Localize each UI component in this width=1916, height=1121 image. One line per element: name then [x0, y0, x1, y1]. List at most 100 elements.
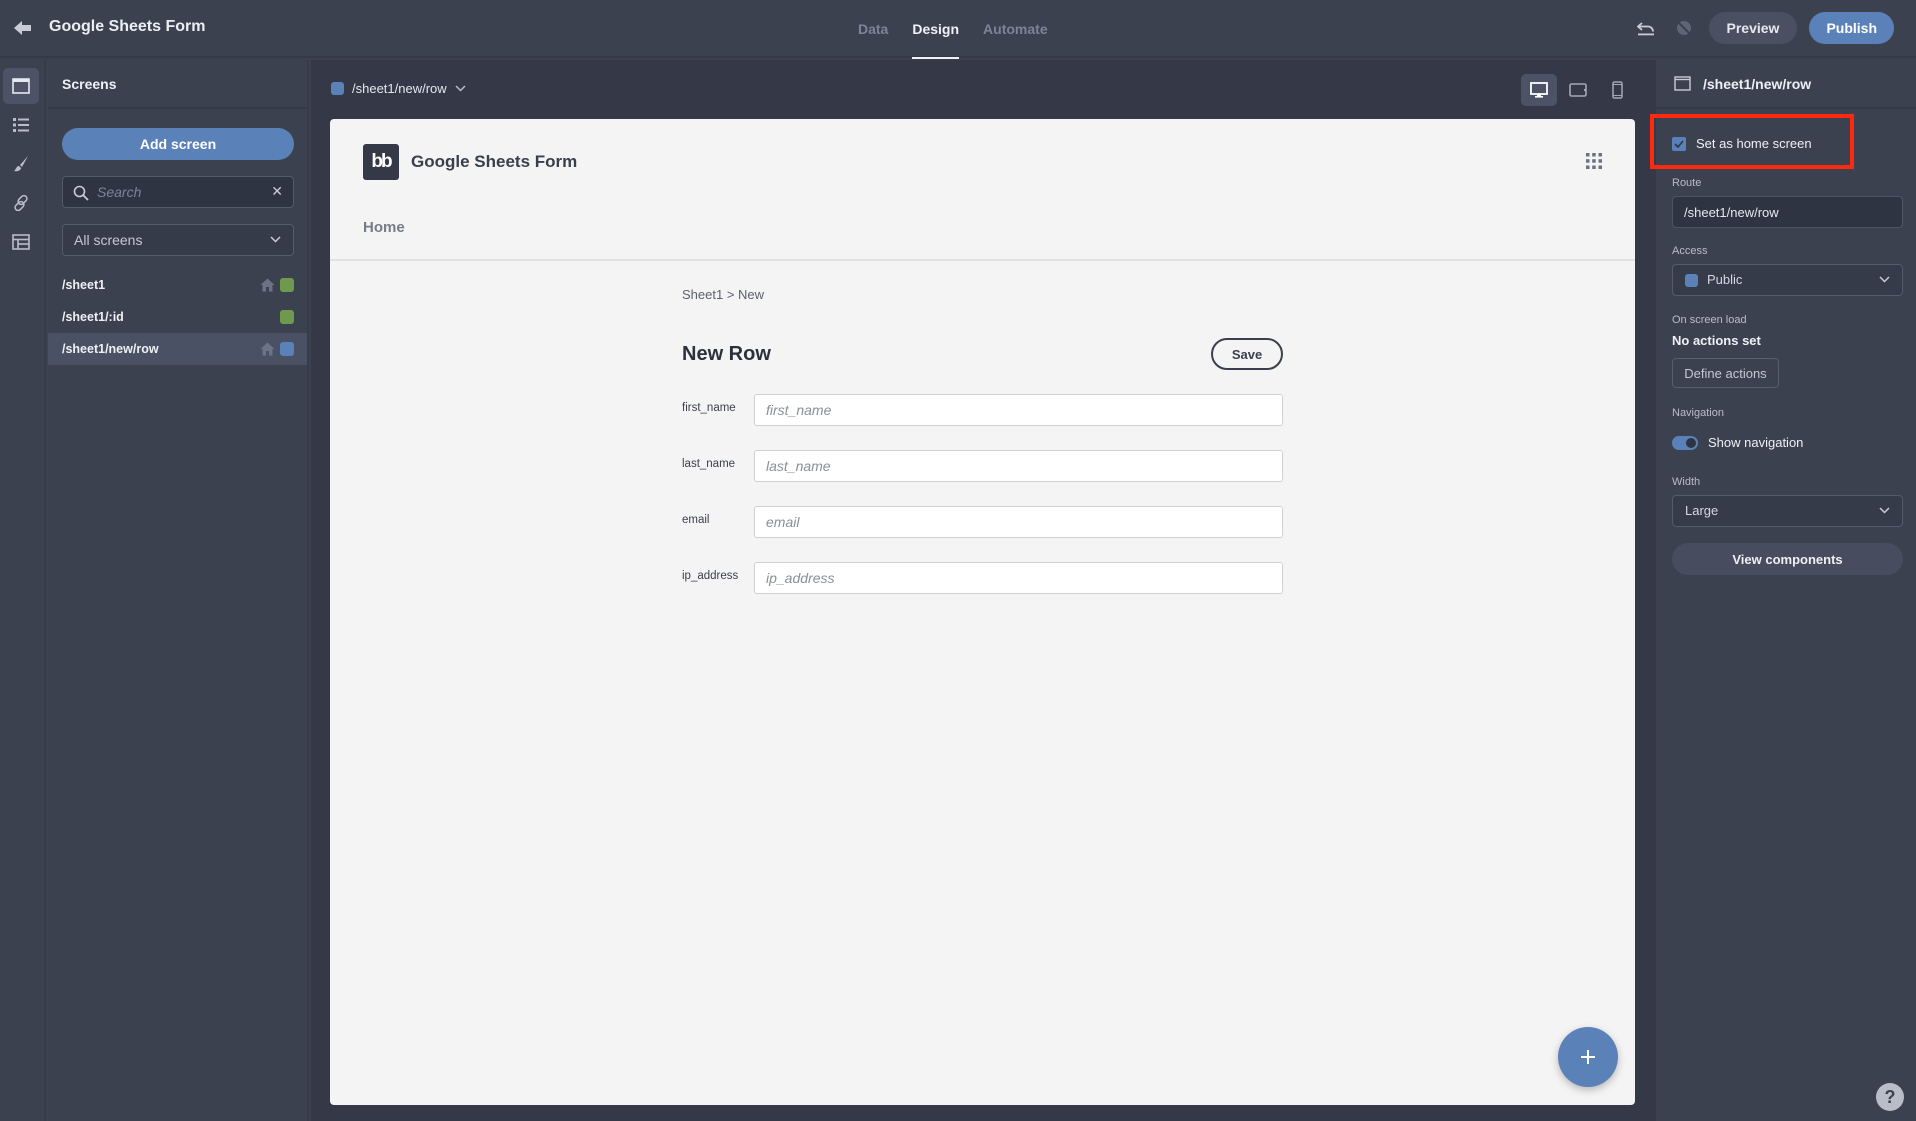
access-role-indicator: [280, 278, 294, 292]
tab-automate[interactable]: Automate: [983, 0, 1048, 58]
desktop-view-button[interactable]: [1521, 74, 1557, 106]
preview-button[interactable]: Preview: [1708, 12, 1798, 44]
access-select[interactable]: Public: [1672, 264, 1903, 296]
navigation-label: Navigation: [1672, 407, 1724, 419]
add-screen-button[interactable]: Add screen: [62, 128, 294, 160]
toggle-switch-on[interactable]: [1672, 435, 1698, 450]
preview-app-name: Google Sheets Form: [411, 152, 578, 171]
field-label: ip_address: [682, 570, 739, 582]
view-components-button[interactable]: View components: [1672, 543, 1903, 575]
home-screen-label: Set as home screen: [1696, 136, 1812, 151]
on-load-status: No actions set: [1672, 333, 1761, 348]
search-input[interactable]: [97, 177, 257, 207]
last-name-input[interactable]: [754, 450, 1283, 482]
screen-route-select[interactable]: /sheet1/new/row: [331, 81, 466, 96]
screen-item[interactable]: /sheet1: [48, 269, 307, 301]
link-icon: [14, 194, 28, 212]
icon-rail: [0, 60, 46, 1121]
set-home-screen-checkbox[interactable]: Set as home screen: [1672, 136, 1812, 151]
mobile-icon: [1611, 81, 1623, 99]
rail-components[interactable]: [3, 107, 39, 143]
table-icon: [12, 234, 30, 250]
main-tabs: Data Design Automate: [858, 0, 1048, 59]
form-field: ip_address: [682, 562, 1283, 594]
tablet-view-button[interactable]: [1560, 74, 1596, 106]
app-navigation: bb Google Sheets Form Home: [330, 119, 1635, 261]
screen-filter-value: All screens: [74, 232, 143, 248]
design-canvas-area: /sheet1/new/row bb Google Sheets Form Ho…: [311, 60, 1654, 1121]
back-button[interactable]: [12, 17, 34, 39]
on-load-label: On screen load: [1672, 314, 1747, 326]
first-name-input[interactable]: [754, 394, 1283, 426]
checkbox-checked[interactable]: [1672, 136, 1686, 151]
undo-button[interactable]: [1633, 15, 1659, 41]
form-field: first_name: [682, 394, 1283, 426]
width-value: Large: [1685, 503, 1719, 518]
check-icon: [1674, 139, 1684, 148]
access-value: Public: [1707, 272, 1743, 287]
define-actions-button[interactable]: Define actions: [1672, 358, 1779, 388]
tab-design[interactable]: Design: [912, 0, 959, 59]
show-navigation-label: Show navigation: [1708, 435, 1804, 450]
publish-button[interactable]: Publish: [1809, 12, 1894, 44]
screen-route: /sheet1/new/row: [62, 342, 159, 356]
plus-icon: [1581, 1050, 1595, 1064]
form-field: last_name: [682, 450, 1283, 482]
grid-menu-icon[interactable]: [1586, 153, 1602, 169]
rail-screens[interactable]: [3, 68, 39, 104]
mobile-view-button[interactable]: [1599, 74, 1635, 106]
top-actions: Preview Publish: [1633, 12, 1894, 44]
app-preview: bb Google Sheets Form Home Sheet1 > New …: [330, 119, 1635, 1105]
screen-item[interactable]: /sheet1/new/row: [48, 333, 307, 365]
save-button[interactable]: Save: [1211, 338, 1283, 370]
form-field: email: [682, 506, 1283, 538]
home-icon: [260, 342, 275, 356]
breadcrumb-current: New: [738, 287, 765, 302]
tab-data[interactable]: Data: [858, 0, 888, 58]
desktop-icon: [1530, 82, 1548, 98]
screen-route: /sheet1/:id: [62, 310, 124, 324]
title-row: New Row Save: [682, 338, 1283, 370]
email-input[interactable]: [754, 506, 1283, 538]
access-role-indicator: [280, 342, 294, 356]
rail-links[interactable]: [3, 185, 39, 221]
settings-screen-route: /sheet1/new/row: [1703, 76, 1812, 92]
list-icon: [13, 118, 29, 132]
screen-icon: [1674, 76, 1691, 91]
access-label: Access: [1672, 245, 1708, 257]
settings-header: /sheet1/new/row: [1656, 60, 1916, 109]
breadcrumb-parent[interactable]: Sheet1: [682, 287, 723, 302]
screen-route: /sheet1: [62, 278, 106, 292]
rail-data[interactable]: [3, 224, 39, 260]
ip-address-input[interactable]: [754, 562, 1283, 594]
field-label: first_name: [682, 402, 736, 414]
screen-item[interactable]: /sheet1/:id: [48, 301, 307, 333]
access-role-indicator: [331, 82, 344, 95]
home-icon: [260, 278, 275, 292]
clear-search-icon[interactable]: ✕: [271, 183, 283, 200]
nav-link-home[interactable]: Home: [363, 219, 405, 236]
chevron-down-icon: [270, 236, 281, 243]
width-select[interactable]: Large: [1672, 495, 1903, 527]
page-title: New Row: [682, 343, 771, 365]
help-button[interactable]: ?: [1876, 1083, 1904, 1111]
show-navigation-toggle[interactable]: Show navigation: [1672, 435, 1803, 450]
screen-list: /sheet1 /sheet1/:id /sheet1/new/row: [48, 269, 307, 365]
access-role-indicator: [280, 310, 294, 324]
add-component-button[interactable]: [1558, 1027, 1618, 1087]
undo-icon: [1636, 22, 1654, 36]
chevron-down-icon: [455, 85, 466, 92]
redo-button[interactable]: [1671, 15, 1697, 41]
chevron-down-icon: [1879, 276, 1890, 283]
route-label: Route: [1672, 177, 1702, 189]
screen-filter-select[interactable]: All screens: [62, 224, 294, 256]
search-icon: [73, 185, 89, 201]
top-bar: Google Sheets Form Data Design Automate …: [0, 0, 1916, 59]
rail-theme[interactable]: [3, 146, 39, 182]
visibility-off-icon: [1675, 20, 1692, 36]
form-block: Sheet1 > New New Row Save first_name las…: [682, 287, 1283, 594]
route-input[interactable]: [1672, 196, 1903, 228]
field-label: email: [682, 514, 710, 526]
screen-icon: [12, 78, 30, 94]
paintbrush-icon: [14, 156, 28, 172]
